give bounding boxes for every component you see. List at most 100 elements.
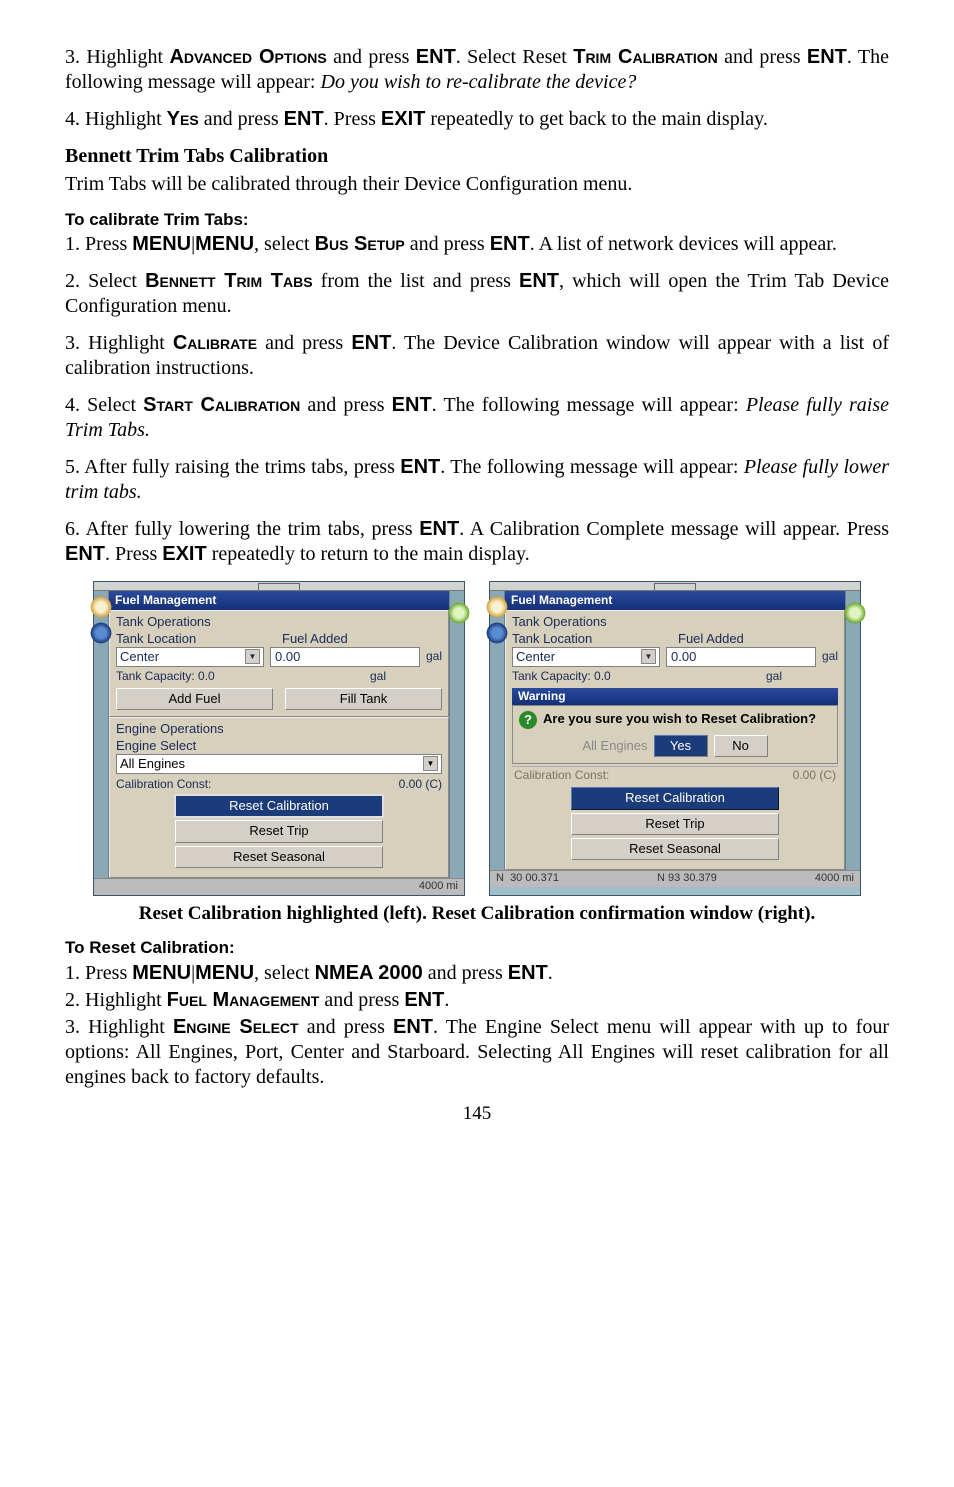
- tank-location-select[interactable]: Center ▼: [512, 647, 660, 667]
- fuel-added-input[interactable]: 0.00: [666, 647, 816, 667]
- distance-readout: 4000 mi: [815, 872, 854, 886]
- add-fuel-button[interactable]: Add Fuel: [116, 688, 273, 710]
- key-exit: EXIT: [381, 108, 425, 130]
- label-bus-setup: Bus Setup: [315, 233, 405, 255]
- text: , select: [254, 233, 315, 255]
- group-title: Tank Operations: [116, 614, 442, 630]
- step-4-start-cal: 4. Select Start Calibration and press EN…: [65, 393, 889, 443]
- compass-icon: [843, 601, 867, 625]
- reset-seasonal-button[interactable]: Reset Seasonal: [571, 838, 778, 860]
- key-ent: ENT: [65, 543, 105, 565]
- step-6-lower: 6. After fully lowering the trim tabs, p…: [65, 517, 889, 567]
- text: and press: [405, 233, 490, 255]
- unit-gal: gal: [766, 669, 782, 684]
- group-title: Tank Operations: [512, 614, 838, 630]
- label-fuel-added: Fuel Added: [678, 631, 838, 647]
- label-tank-capacity: Tank Capacity: 0.0: [116, 669, 364, 684]
- value: Center: [120, 649, 159, 665]
- fill-tank-button[interactable]: Fill Tank: [285, 688, 442, 710]
- text: 4. Select: [65, 394, 143, 416]
- fuel-added-input[interactable]: 0.00: [270, 647, 420, 667]
- ghost-calibration-row: Calibration Const: 0.00 (C): [512, 766, 838, 784]
- key-ent: ENT: [393, 1016, 433, 1038]
- question-icon: ?: [519, 711, 537, 729]
- label-engine-select: Engine Select: [173, 1016, 299, 1038]
- screenshot-left: Fuel Management Tank Operations Tank Loc…: [93, 581, 465, 895]
- text: . The following message will appear:: [440, 456, 744, 478]
- label-calibration-const: Calibration Const:: [514, 768, 609, 783]
- reset-trip-button[interactable]: Reset Trip: [571, 813, 778, 835]
- group-tank-operations: Tank Operations Tank Location Fuel Added…: [505, 610, 845, 870]
- subhead-calibrate-trim: To calibrate Trim Tabs:: [65, 209, 889, 230]
- text: . Select Reset: [456, 46, 573, 68]
- key-ent: ENT: [284, 108, 324, 130]
- text: from the list and press: [313, 270, 519, 292]
- reset-trip-button[interactable]: Reset Trip: [175, 820, 382, 842]
- label-trim-calibration: Trim Calibration: [573, 46, 718, 68]
- label-advanced-options: Advanced Options: [169, 46, 326, 68]
- value-calibration-const: 0.00 (C): [399, 777, 442, 792]
- status-footer: 4000 mi: [94, 878, 464, 895]
- key-menu: MENU: [132, 233, 191, 255]
- reset-seasonal-button[interactable]: Reset Seasonal: [175, 846, 382, 868]
- group-title: Engine Operations: [116, 721, 442, 737]
- reset-calibration-button[interactable]: Reset Calibration: [571, 787, 778, 809]
- no-button[interactable]: No: [714, 735, 768, 757]
- text: and press: [300, 394, 391, 416]
- side-strip-right: [845, 591, 860, 870]
- value: Center: [516, 649, 555, 665]
- key-ent: ENT: [392, 394, 432, 416]
- label-calibration-const: Calibration Const:: [116, 777, 393, 792]
- text: and press: [327, 46, 416, 68]
- step-3-reset-trim: 3. Highlight Advanced Options and press …: [65, 45, 889, 95]
- text: , select: [254, 962, 315, 984]
- text: and press: [718, 46, 807, 68]
- ghost-all-engines: All Engines: [582, 738, 647, 754]
- distance-readout: 4000 mi: [419, 880, 458, 894]
- message-recalibrate: Do you wish to re-calibrate the device?: [321, 71, 637, 93]
- subhead-reset-calibration: To Reset Calibration:: [65, 937, 889, 958]
- text: 2. Highlight: [65, 989, 167, 1011]
- chevron-down-icon: ▼: [641, 649, 656, 664]
- heading-bennett-trim: Bennett Trim Tabs Calibration: [65, 144, 889, 169]
- label-engine-select: Engine Select: [116, 738, 442, 754]
- text: 1. Press: [65, 233, 132, 255]
- text: repeatedly to return to the main display…: [207, 543, 530, 565]
- step-3-calibrate: 3. Highlight Calibrate and press ENT. Th…: [65, 331, 889, 381]
- warning-dialog: ? Are you sure you wish to Reset Calibra…: [512, 705, 838, 764]
- label-yes: Yes: [167, 108, 199, 130]
- step-2-bennett-trim: 2. Select Bennett Trim Tabs from the lis…: [65, 269, 889, 319]
- compass-icon: [447, 601, 471, 625]
- yes-button[interactable]: Yes: [654, 735, 708, 757]
- text: . Press: [324, 108, 381, 130]
- label-bennett-trim-tabs: Bennett Trim Tabs: [145, 270, 312, 292]
- label-tank-capacity: Tank Capacity: 0.0: [512, 669, 760, 684]
- engine-select[interactable]: All Engines▼: [116, 754, 442, 774]
- label-calibrate: Calibrate: [173, 332, 257, 354]
- text: .: [548, 962, 553, 984]
- step-4-yes: 4. Highlight Yes and press ENT. Press EX…: [65, 107, 889, 132]
- reset-calibration-button[interactable]: Reset Calibration: [175, 795, 382, 817]
- label-fuel-management: Fuel Management: [167, 989, 320, 1011]
- group-tank-operations: Tank Operations Tank Location Fuel Added…: [109, 610, 449, 717]
- unit-gal: gal: [426, 649, 442, 664]
- label-tank-location: Tank Location: [512, 631, 672, 647]
- figure-caption: Reset Calibration highlighted (left). Re…: [65, 902, 889, 926]
- text: . A Calibration Complete message will ap…: [459, 518, 889, 540]
- status-footer: N 30 00.371 N 93 30.379 4000 mi: [490, 870, 860, 887]
- text: and press: [199, 108, 284, 130]
- value: All Engines: [120, 756, 185, 772]
- text: . The following message will appear:: [432, 394, 746, 416]
- key-ent: ENT: [419, 518, 459, 540]
- key-ent: ENT: [400, 456, 440, 478]
- text: .: [444, 989, 449, 1011]
- text: 3. Highlight: [65, 1016, 173, 1038]
- ruler-top: [94, 582, 464, 591]
- label-fuel-added: Fuel Added: [282, 631, 442, 647]
- step-5-raise: 5. After fully raising the trims tabs, p…: [65, 455, 889, 505]
- unit-gal: gal: [822, 649, 838, 664]
- tank-location-select[interactable]: Center▼: [116, 647, 264, 667]
- text: . Press: [105, 543, 162, 565]
- lon-readout: N 93 30.379: [657, 872, 717, 886]
- label-tank-location: Tank Location: [116, 631, 276, 647]
